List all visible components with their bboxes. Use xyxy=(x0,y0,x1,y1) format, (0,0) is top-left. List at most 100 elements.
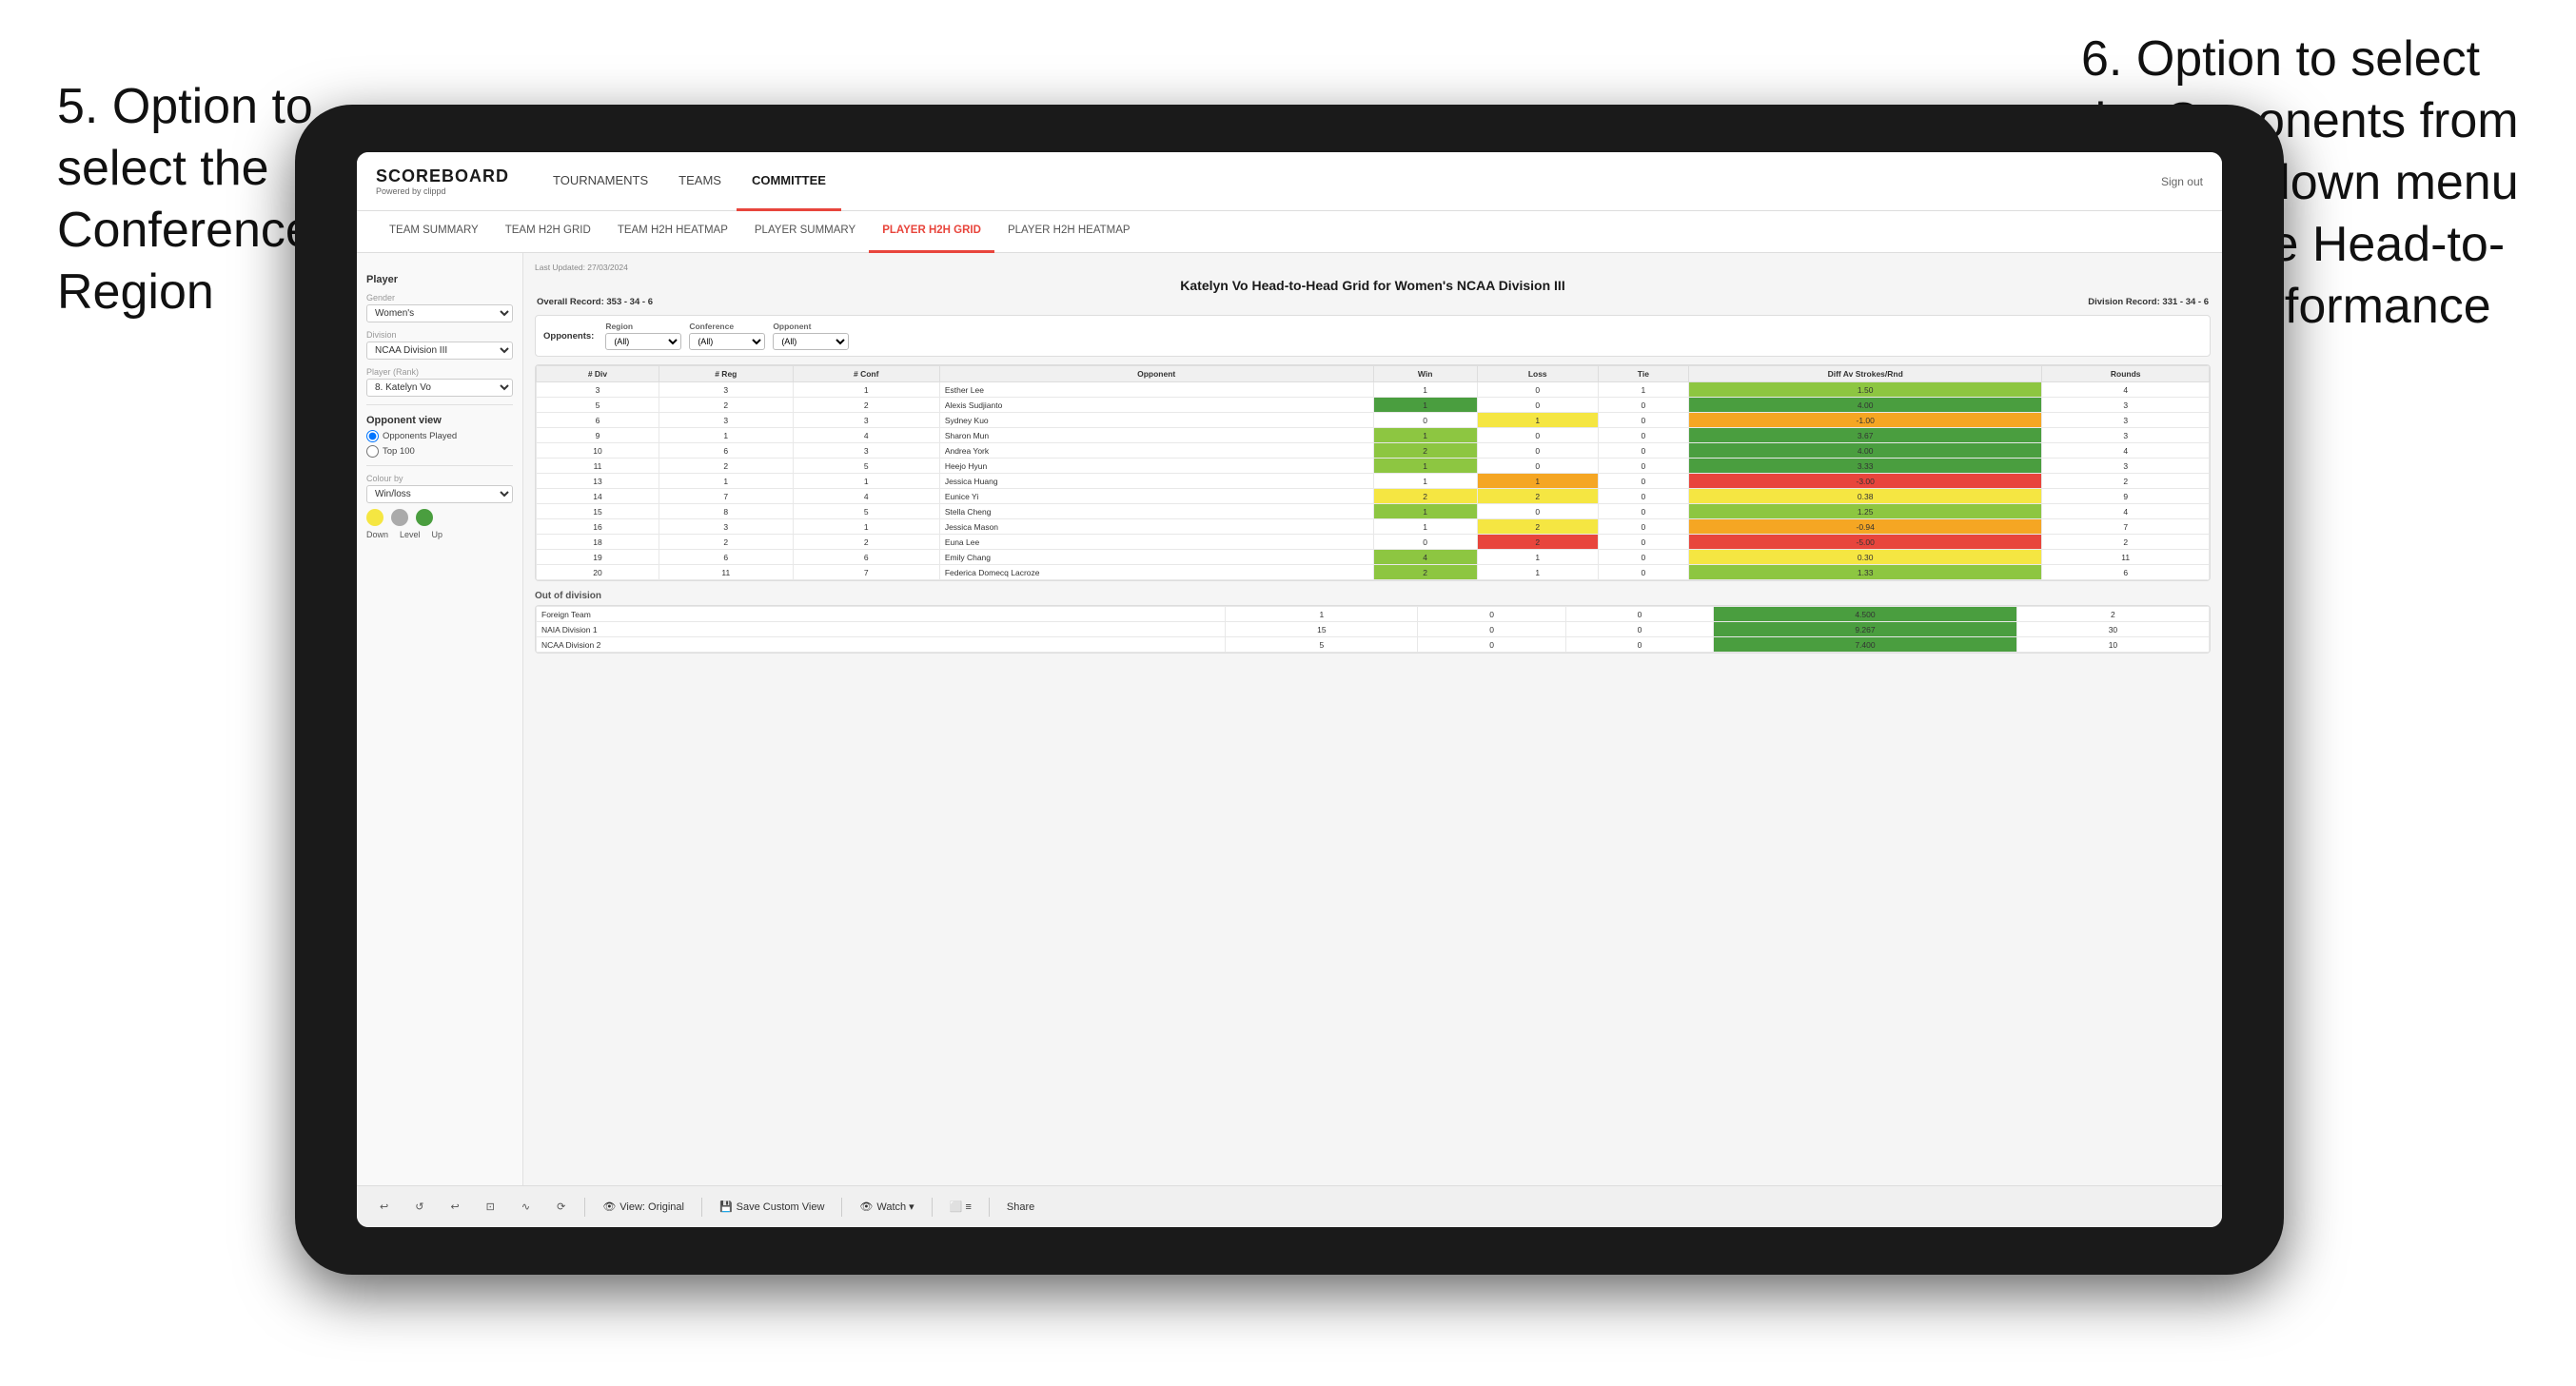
filter-region-select[interactable]: (All) xyxy=(605,333,681,350)
toolbar-layout[interactable]: ⬜ ≡ xyxy=(944,1198,977,1216)
nav-item-teams[interactable]: TEAMS xyxy=(663,152,737,211)
td-opponent: Andrea York xyxy=(939,443,1373,459)
td-div: 13 xyxy=(537,474,659,489)
td-win: 2 xyxy=(1373,489,1477,504)
view-icon: 👁 xyxy=(602,1201,616,1213)
overall-record: Overall Record: 353 - 34 - 6 xyxy=(537,297,653,307)
td-rounds: 4 xyxy=(2042,382,2210,398)
toolbar-view-original[interactable]: 👁 View: Original xyxy=(597,1198,690,1216)
toolbar-save-custom[interactable]: 💾 Save Custom View xyxy=(714,1198,830,1216)
filter-conference-select[interactable]: (All) xyxy=(689,333,765,350)
td-div: 20 xyxy=(537,565,659,580)
td-div: 10 xyxy=(537,443,659,459)
toolbar-share[interactable]: Share xyxy=(1001,1199,1040,1216)
toolbar-watch[interactable]: 👁 Watch ▾ xyxy=(854,1198,919,1216)
nav-item-tournaments[interactable]: TOURNAMENTS xyxy=(538,152,663,211)
table-row: 16 3 1 Jessica Mason 1 2 0 -0.94 7 xyxy=(537,519,2210,535)
td-loss: 1 xyxy=(1477,565,1598,580)
sidebar: Player Gender Women's Division NCAA Divi… xyxy=(357,253,523,1185)
sub-nav-player-h2h-heatmap[interactable]: PLAYER H2H HEATMAP xyxy=(994,211,1144,253)
toolbar-redo2[interactable]: ↩ xyxy=(442,1198,466,1216)
legend-up: Up xyxy=(432,530,443,539)
th-reg: # Reg xyxy=(659,366,793,382)
save-label: Save Custom View xyxy=(737,1201,825,1213)
table-header-row: # Div # Reg # Conf Opponent Win Loss Tie… xyxy=(537,366,2210,382)
td-loss: 0 xyxy=(1477,459,1598,474)
watch-icon: 👁 xyxy=(859,1201,873,1213)
sidebar-gender-select[interactable]: Women's xyxy=(366,304,513,322)
sidebar-gender-label: Gender xyxy=(366,293,513,303)
td-loss: 1 xyxy=(1477,550,1598,565)
ood-td-loss: 0 xyxy=(1418,622,1565,637)
td-tie: 1 xyxy=(1598,382,1688,398)
td-opponent: Emily Chang xyxy=(939,550,1373,565)
nav-item-committee[interactable]: COMMITTEE xyxy=(737,152,841,211)
toolbar-undo[interactable]: ↩ xyxy=(372,1198,396,1216)
sidebar-player-rank-label: Player (Rank) xyxy=(366,367,513,377)
sub-nav-team-summary[interactable]: TEAM SUMMARY xyxy=(376,211,492,253)
td-div: 15 xyxy=(537,504,659,519)
radio-top100[interactable]: Top 100 xyxy=(366,445,513,458)
td-opponent: Federica Domecq Lacroze xyxy=(939,565,1373,580)
sidebar-division-select[interactable]: NCAA Division III xyxy=(366,342,513,360)
toolbar-refresh[interactable]: ⟳ xyxy=(549,1198,573,1216)
main-content: Player Gender Women's Division NCAA Divi… xyxy=(357,253,2222,1185)
td-rounds: 3 xyxy=(2042,428,2210,443)
data-table: # Div # Reg # Conf Opponent Win Loss Tie… xyxy=(536,365,2210,580)
ood-td-win: 1 xyxy=(1226,607,1418,622)
td-loss: 0 xyxy=(1477,382,1598,398)
td-win: 0 xyxy=(1373,535,1477,550)
td-tie: 0 xyxy=(1598,489,1688,504)
td-diff: 4.00 xyxy=(1689,398,2042,413)
filter-conference-label: Conference xyxy=(689,322,765,331)
td-diff: 4.00 xyxy=(1689,443,2042,459)
td-win: 1 xyxy=(1373,519,1477,535)
td-win: 1 xyxy=(1373,428,1477,443)
td-rounds: 3 xyxy=(2042,413,2210,428)
table-body: 3 3 1 Esther Lee 1 0 1 1.50 4 5 2 2 Alex… xyxy=(537,382,2210,580)
td-opponent: Esther Lee xyxy=(939,382,1373,398)
ood-td-opponent: NCAA Division 2 xyxy=(537,637,1226,653)
td-tie: 0 xyxy=(1598,504,1688,519)
filter-group-opponent: Opponent (All) xyxy=(773,322,849,350)
td-tie: 0 xyxy=(1598,535,1688,550)
td-opponent: Jessica Huang xyxy=(939,474,1373,489)
td-diff: -3.00 xyxy=(1689,474,2042,489)
td-win: 1 xyxy=(1373,459,1477,474)
td-tie: 0 xyxy=(1598,519,1688,535)
sub-nav-player-summary[interactable]: PLAYER SUMMARY xyxy=(741,211,869,253)
sidebar-player-rank-select[interactable]: 8. Katelyn Vo xyxy=(366,379,513,397)
sidebar-player-title: Player xyxy=(366,274,513,285)
ood-td-loss: 0 xyxy=(1418,607,1565,622)
ood-table-row: NCAA Division 2 5 0 0 7.400 10 xyxy=(537,637,2210,653)
td-conf: 1 xyxy=(793,519,939,535)
filter-opponent-label: Opponent xyxy=(773,322,849,331)
sub-nav-player-h2h-grid[interactable]: PLAYER H2H GRID xyxy=(869,211,994,253)
td-diff: -0.94 xyxy=(1689,519,2042,535)
sub-nav-team-h2h-grid[interactable]: TEAM H2H GRID xyxy=(492,211,604,253)
td-reg: 3 xyxy=(659,519,793,535)
ood-table-body: Foreign Team 1 0 0 4.500 2 NAIA Division… xyxy=(537,607,2210,653)
td-div: 3 xyxy=(537,382,659,398)
sidebar-colour-by-select[interactable]: Win/loss xyxy=(366,485,513,503)
toolbar-redo1[interactable]: ↺ xyxy=(407,1198,431,1216)
sign-out[interactable]: Sign out xyxy=(2161,175,2203,188)
filter-opponent-select[interactable]: (All) xyxy=(773,333,849,350)
td-tie: 0 xyxy=(1598,459,1688,474)
sub-nav-team-h2h-heatmap[interactable]: TEAM H2H HEATMAP xyxy=(604,211,741,253)
th-loss: Loss xyxy=(1477,366,1598,382)
td-conf: 3 xyxy=(793,413,939,428)
td-opponent: Sydney Kuo xyxy=(939,413,1373,428)
td-win: 1 xyxy=(1373,382,1477,398)
td-rounds: 4 xyxy=(2042,443,2210,459)
division-record-value: 331 - 34 - 6 xyxy=(2162,297,2209,307)
toolbar-grid[interactable]: ⊡ xyxy=(479,1198,502,1216)
sidebar-opponent-view-label: Opponent view xyxy=(366,415,513,426)
td-win: 2 xyxy=(1373,565,1477,580)
data-table-container: # Div # Reg # Conf Opponent Win Loss Tie… xyxy=(535,364,2211,581)
radio-opponents-played[interactable]: Opponents Played xyxy=(366,430,513,442)
td-loss: 2 xyxy=(1477,535,1598,550)
table-row: 20 11 7 Federica Domecq Lacroze 2 1 0 1.… xyxy=(537,565,2210,580)
td-win: 0 xyxy=(1373,413,1477,428)
toolbar-wave[interactable]: ∿ xyxy=(514,1198,538,1216)
